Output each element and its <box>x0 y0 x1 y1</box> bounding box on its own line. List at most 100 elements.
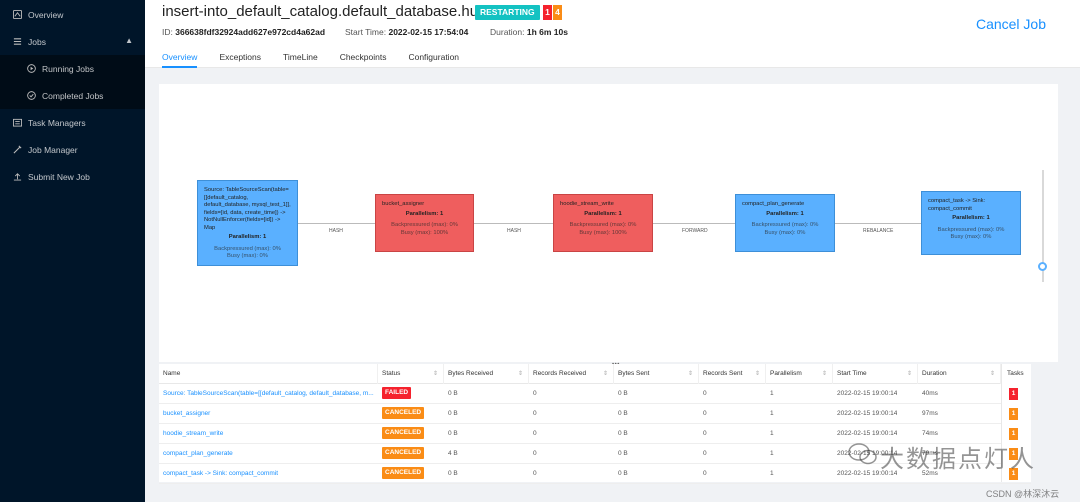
vertex-name[interactable]: compact_plan_generate <box>159 444 376 464</box>
bytes-received: 0 B <box>448 470 458 477</box>
records-received: 0 <box>533 450 537 457</box>
column-parallelism[interactable]: Parallelism ⇕ <box>766 364 833 384</box>
failed-count-badge: 1 <box>543 5 552 20</box>
column-label: Start Time <box>837 370 867 377</box>
duration-label: Duration: <box>490 27 525 37</box>
column-label: Parallelism <box>770 370 802 377</box>
node-backpressured: Backpressured (max): 0% <box>937 226 1005 233</box>
status-tag: CANCELED <box>382 407 425 420</box>
duration-value: 1h 6m 10s <box>526 27 568 37</box>
status-tag: CANCELED <box>382 427 425 440</box>
graph-node-hoodie-stream-write[interactable]: hoodie_stream_write Parallelism: 1 Backp… <box>553 194 653 252</box>
node-busy: Busy (max): 100% <box>579 229 627 236</box>
column-duration[interactable]: Duration ⇕ <box>918 364 1001 384</box>
sidebar-item-label: Job Manager <box>28 144 78 155</box>
records-received: 0 <box>533 410 537 417</box>
zoom-slider-handle[interactable] <box>1038 262 1047 271</box>
start-time-label: Start Time: <box>345 27 387 37</box>
job-header: insert-into_default_catalog.default_data… <box>145 0 1080 68</box>
column-bytes-sent[interactable]: Bytes Sent ⇕ <box>614 364 699 384</box>
column-records-received[interactable]: Records Received ⇕ <box>529 364 614 384</box>
edge-label: HASH <box>329 228 343 234</box>
parallelism: 1 <box>770 430 774 437</box>
column-label: Duration <box>922 370 947 377</box>
graph-edge <box>835 223 921 224</box>
scroll-area <box>1031 364 1080 502</box>
sidebar-item-jobs[interactable]: Jobs ▲ <box>0 28 145 55</box>
graph-edge <box>298 223 375 224</box>
wechat-icon <box>848 443 877 465</box>
column-bytes-received[interactable]: Bytes Received ⇕ <box>444 364 529 384</box>
sort-icon[interactable]: ⇕ <box>433 364 438 384</box>
vertex-name[interactable]: compact_task -> Sink: compact_commit <box>159 464 376 484</box>
node-busy: Busy (max): 0% <box>764 229 806 236</box>
sidebar-item-task-managers[interactable]: Task Managers <box>0 109 145 136</box>
build-icon <box>12 145 22 155</box>
graph-node-compact-plan-generate[interactable]: compact_plan_generate Parallelism: 1 Bac… <box>735 194 835 252</box>
tab-exceptions[interactable]: Exceptions <box>219 46 261 68</box>
sidebar-item-job-manager[interactable]: Job Manager <box>0 136 145 163</box>
job-id-value: 366638fdf32924add627e972cd4a62ad <box>175 27 326 37</box>
sort-icon[interactable]: ⇕ <box>688 364 693 384</box>
play-circle-icon <box>26 64 36 74</box>
records-sent: 0 <box>703 390 707 397</box>
edge-label: FORWARD <box>682 228 708 234</box>
sidebar-item-overview[interactable]: Overview <box>0 1 145 28</box>
node-busy: Busy (max): 0% <box>227 253 268 259</box>
status-tag: FAILED <box>382 387 412 400</box>
sidebar-item-label: Completed Jobs <box>42 90 104 101</box>
records-received: 0 <box>533 390 537 397</box>
tab-configuration[interactable]: Configuration <box>408 46 459 68</box>
sort-icon[interactable]: ⇕ <box>755 364 760 384</box>
graph-edge <box>474 223 553 224</box>
tab-timeline[interactable]: TimeLine <box>283 46 318 68</box>
sort-icon[interactable]: ⇕ <box>990 364 995 384</box>
vertex-status: FAILED <box>378 384 412 404</box>
sidebar: Overview Jobs ▲ Running Jobs Completed J… <box>0 0 145 502</box>
records-sent: 0 <box>703 450 707 457</box>
sidebar-item-label: Task Managers <box>28 117 86 128</box>
job-graph-canvas[interactable]: HASH HASH FORWARD REBALANCE Source: Tabl… <box>159 84 1058 362</box>
sidebar-item-label: Overview <box>28 9 64 20</box>
records-sent: 0 <box>703 410 707 417</box>
sort-icon[interactable]: ⇕ <box>603 364 608 384</box>
vertex-name[interactable]: bucket_assigner <box>159 404 376 424</box>
graph-node-bucket-assigner[interactable]: bucket_assigner Parallelism: 1 Backpress… <box>375 194 474 252</box>
parallelism: 1 <box>770 390 774 397</box>
column-label: Records Sent <box>703 370 743 377</box>
column-status[interactable]: Status ⇕ <box>378 364 444 384</box>
bytes-sent: 0 B <box>618 430 628 437</box>
sidebar-item-running-jobs[interactable]: Running Jobs <box>0 55 145 82</box>
column-label: Records Received <box>533 370 587 377</box>
tab-checkpoints[interactable]: Checkpoints <box>340 46 387 68</box>
bytes-received: 0 B <box>448 410 458 417</box>
column-name[interactable]: Name <box>159 364 378 384</box>
sidebar-item-label: Jobs <box>28 36 46 47</box>
vertex-status: CANCELED <box>378 424 425 444</box>
sidebar-item-completed-jobs[interactable]: Completed Jobs <box>0 82 145 109</box>
tab-overview[interactable]: Overview <box>162 46 198 68</box>
status-badge: RESTARTING <box>475 5 540 20</box>
vertex-name[interactable]: Source: TableSourceScan(table=[[default_… <box>159 384 376 404</box>
node-title: Source: TableSourceScan(table=[[default_… <box>204 187 291 231</box>
sidebar-item-submit-new-job[interactable]: Submit New Job <box>0 163 145 190</box>
table-row[interactable]: Source: TableSourceScan(table=[[default_… <box>159 384 1033 404</box>
node-backpressured: Backpressured (max): 0% <box>391 222 458 228</box>
column-records-sent[interactable]: Records Sent ⇕ <box>699 364 766 384</box>
start-time: 2022-02-15 19:00:14 <box>837 390 898 397</box>
sort-icon[interactable]: ⇕ <box>518 364 523 384</box>
watermark-credit: CSDN @林深沐云 <box>986 489 1060 499</box>
column-start-time[interactable]: Start Time ⇕ <box>833 364 918 384</box>
node-busy: Busy (max): 100% <box>400 229 449 236</box>
vertex-name[interactable]: hoodie_stream_write <box>159 424 376 444</box>
sort-icon[interactable]: ⇕ <box>907 364 912 384</box>
graph-node-source[interactable]: Source: TableSourceScan(table=[[default_… <box>197 180 298 266</box>
column-label: Status <box>382 370 401 377</box>
chevron-up-icon[interactable]: ▲ <box>125 36 133 45</box>
bytes-received: 4 B <box>448 450 458 457</box>
sort-icon[interactable]: ⇕ <box>822 364 827 384</box>
cancel-job-button[interactable]: Cancel Job <box>976 16 1046 32</box>
node-title: compact_plan_generate <box>742 201 805 207</box>
graph-node-compact-task[interactable]: compact_task -> Sink: compact_commit Par… <box>921 191 1021 255</box>
table-row[interactable]: bucket_assigner CANCELED 0 B 0 0 B 0 1 2… <box>159 404 1033 424</box>
